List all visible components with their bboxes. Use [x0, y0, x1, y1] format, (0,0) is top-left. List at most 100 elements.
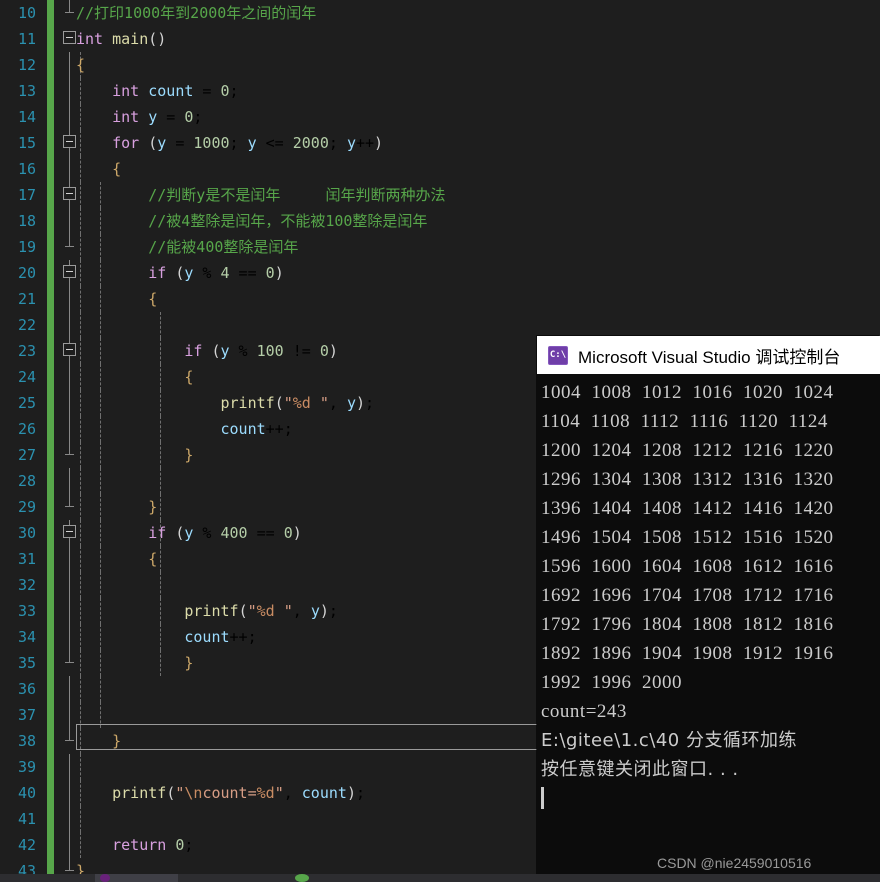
outline-fold-column[interactable] [60, 572, 80, 598]
code-text[interactable]: printf("%d ", y); [76, 390, 375, 416]
changed-line-indicator [47, 234, 54, 260]
code-line[interactable]: 16 { [0, 156, 880, 182]
csdn-watermark: CSDN @nie2459010516 [657, 855, 812, 871]
console-output-line: 1596 1600 1604 1608 1612 1616 [541, 556, 834, 577]
code-text[interactable]: { [76, 52, 85, 78]
status-segment-left [0, 874, 95, 882]
outline-fold-column[interactable] [60, 676, 80, 702]
code-line[interactable]: 10 //打印1000年到2000年之间的闰年 [0, 0, 880, 26]
console-title-bar[interactable]: C:\ Microsoft Visual Studio 调试控制台 [537, 336, 880, 374]
fold-collapse-icon[interactable] [63, 343, 76, 356]
fold-collapse-icon[interactable] [63, 187, 76, 200]
code-text[interactable]: { [76, 364, 193, 390]
fold-collapse-icon[interactable] [63, 265, 76, 278]
line-number: 19 [17, 238, 36, 256]
line-number: 32 [17, 576, 36, 594]
code-text[interactable]: { [76, 156, 121, 182]
code-line[interactable]: 19 //能被400整除是闰年 [0, 234, 880, 260]
code-line[interactable]: 14 int y = 0; [0, 104, 880, 130]
outline-fold-column[interactable] [60, 806, 80, 832]
code-text[interactable]: } [76, 728, 121, 754]
code-line[interactable]: 21 { [0, 286, 880, 312]
fold-collapse-icon[interactable] [63, 31, 76, 44]
code-text[interactable]: } [76, 442, 193, 468]
code-line[interactable]: 11 int main() [0, 26, 880, 52]
console-output-line: 1396 1404 1408 1412 1416 1420 [541, 498, 834, 519]
code-text[interactable]: if (y % 100 != 0) [76, 338, 338, 364]
fold-collapse-icon[interactable] [63, 135, 76, 148]
changed-line-indicator [47, 676, 54, 702]
console-output-line: 1296 1304 1308 1312 1316 1320 [541, 469, 834, 490]
code-text[interactable]: } [76, 494, 157, 520]
line-number: 18 [17, 212, 36, 230]
line-number: 29 [17, 498, 36, 516]
changed-line-indicator [47, 208, 54, 234]
line-number: 40 [17, 784, 36, 802]
outline-vline [69, 286, 70, 312]
code-text[interactable]: int count = 0; [76, 78, 238, 104]
code-line[interactable]: 12 { [0, 52, 880, 78]
line-number: 14 [17, 108, 36, 126]
code-text[interactable]: if (y % 400 == 0) [76, 520, 302, 546]
indent-guide [80, 676, 81, 702]
status-segment-mid [178, 874, 880, 882]
code-line[interactable]: 20 if (y % 4 == 0) [0, 260, 880, 286]
code-text[interactable]: //被4整除是闰年，不能被100整除是闰年 [76, 208, 427, 234]
line-number: 10 [17, 4, 36, 22]
changed-line-indicator [47, 260, 54, 286]
code-text[interactable]: int y = 0; [76, 104, 202, 130]
code-text[interactable]: //判断y是不是闰年 闰年判断两种办法 [76, 182, 445, 208]
outline-fold-column[interactable] [60, 702, 80, 728]
line-number: 23 [17, 342, 36, 360]
line-number: 15 [17, 134, 36, 152]
code-text[interactable]: //打印1000年到2000年之间的闰年 [76, 0, 316, 26]
changed-line-indicator [47, 104, 54, 130]
code-line[interactable]: 13 int count = 0; [0, 78, 880, 104]
indent-guide [160, 572, 161, 598]
line-number: 16 [17, 160, 36, 178]
code-line[interactable]: 17 //判断y是不是闰年 闰年判断两种办法 [0, 182, 880, 208]
code-text[interactable]: printf("\ncount=%d", count); [76, 780, 365, 806]
console-caret [541, 787, 544, 809]
outline-vline [69, 676, 70, 702]
fold-collapse-icon[interactable] [63, 525, 76, 538]
console-output[interactable]: 1004 1008 1012 1016 1020 1024 1104 1108 1… [537, 374, 880, 809]
line-number: 22 [17, 316, 36, 334]
outline-fold-column[interactable] [60, 468, 80, 494]
code-line[interactable]: 15 for (y = 1000; y <= 2000; y++) [0, 130, 880, 156]
code-text[interactable]: printf("%d ", y); [76, 598, 338, 624]
indent-guide [100, 312, 101, 338]
changed-line-indicator [47, 546, 54, 572]
code-text[interactable]: } [76, 650, 193, 676]
status-icon-purple [100, 874, 110, 882]
outline-end-tick [65, 740, 74, 741]
changed-line-indicator [47, 442, 54, 468]
code-line[interactable]: 18 //被4整除是闰年，不能被100整除是闰年 [0, 208, 880, 234]
console-output-line: 1692 1696 1704 1708 1712 1716 [541, 585, 834, 606]
code-text[interactable]: for (y = 1000; y <= 2000; y++) [76, 130, 383, 156]
changed-line-indicator [47, 806, 54, 832]
code-text[interactable]: if (y % 4 == 0) [76, 260, 283, 286]
console-output-line: E:\gitee\1.c\40 分支循环加练 [541, 730, 797, 751]
code-text[interactable]: int main() [76, 26, 166, 52]
outline-fold-column[interactable] [60, 312, 80, 338]
changed-line-indicator [47, 364, 54, 390]
indent-guide [160, 468, 161, 494]
debug-console-window[interactable]: C:\ Microsoft Visual Studio 调试控制台 1004 1… [537, 336, 880, 882]
code-line[interactable]: 22 [0, 312, 880, 338]
outline-vline [69, 468, 70, 494]
status-bar[interactable] [0, 874, 880, 882]
code-text[interactable]: count++; [76, 416, 293, 442]
code-text[interactable]: count++; [76, 624, 256, 650]
outline-vline [69, 832, 70, 858]
changed-line-indicator [47, 182, 54, 208]
console-output-line: 按任意键关闭此窗口. . . [541, 759, 739, 780]
code-text[interactable]: return 0; [76, 832, 193, 858]
code-text[interactable]: //能被400整除是闰年 [76, 234, 298, 260]
outline-fold-column[interactable] [60, 754, 80, 780]
code-text[interactable]: { [76, 286, 157, 312]
code-text[interactable]: { [76, 546, 157, 572]
outline-vline [69, 806, 70, 832]
changed-line-indicator [47, 650, 54, 676]
outline-vline [69, 364, 70, 390]
